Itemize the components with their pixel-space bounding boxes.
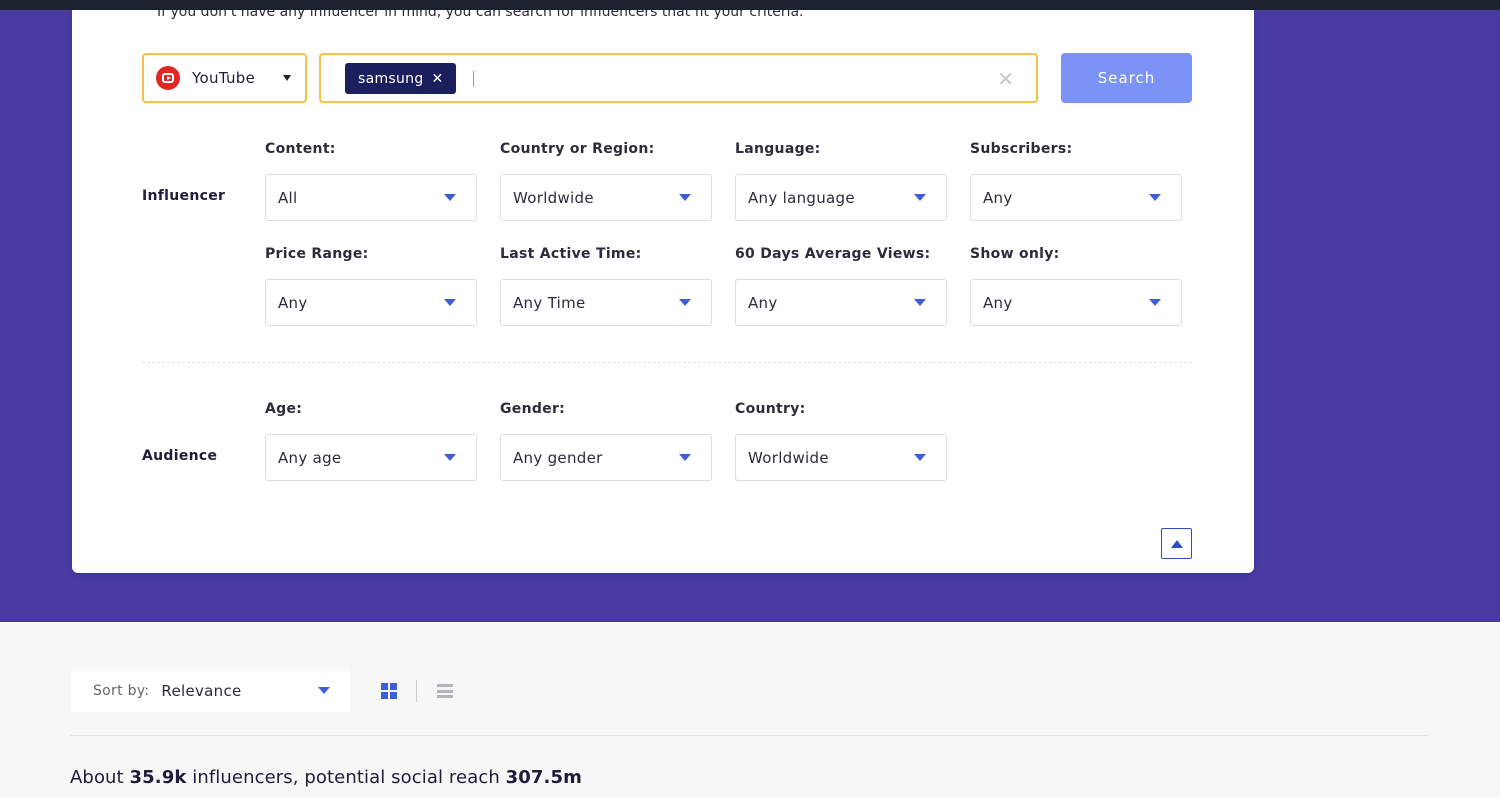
content-value: All bbox=[278, 188, 298, 207]
results-divider bbox=[70, 735, 1428, 736]
caret-down-icon bbox=[679, 299, 691, 306]
last-active-label: Last Active Time: bbox=[500, 246, 642, 262]
audience-section-title: Audience bbox=[142, 448, 218, 464]
avg-views-value: Any bbox=[748, 293, 778, 312]
text-cursor bbox=[473, 71, 474, 87]
subscribers-select[interactable]: Any bbox=[970, 174, 1182, 221]
grid-view-icon[interactable] bbox=[381, 683, 397, 699]
age-select[interactable]: Any age bbox=[265, 434, 477, 481]
audience-country-select[interactable]: Worldwide bbox=[735, 434, 947, 481]
hero-section: If you don't have any influencer in mind… bbox=[0, 10, 1500, 622]
search-panel: If you don't have any influencer in mind… bbox=[72, 10, 1254, 573]
search-button[interactable]: Search bbox=[1061, 53, 1192, 103]
avg-views-select[interactable]: Any bbox=[735, 279, 947, 326]
age-value: Any age bbox=[278, 448, 342, 467]
influencer-count: 35.9k bbox=[129, 767, 187, 788]
gender-value: Any gender bbox=[513, 448, 603, 467]
view-separator bbox=[416, 680, 417, 702]
audience-country-label: Country: bbox=[735, 401, 806, 417]
influencer-section-title: Influencer bbox=[142, 188, 226, 204]
country-region-value: Worldwide bbox=[513, 188, 594, 207]
caret-down-icon bbox=[1149, 299, 1161, 306]
price-range-label: Price Range: bbox=[265, 246, 369, 262]
language-value: Any language bbox=[748, 188, 855, 207]
clear-icon[interactable]: ✕ bbox=[997, 67, 1014, 91]
keyword-input[interactable]: samsung ✕ ✕ bbox=[319, 53, 1038, 103]
collapse-filters-button[interactable] bbox=[1161, 528, 1192, 559]
keyword-chip-label: samsung bbox=[358, 70, 424, 87]
keyword-chip[interactable]: samsung ✕ bbox=[345, 63, 456, 94]
chevron-up-icon bbox=[1170, 539, 1183, 548]
list-view-icon[interactable] bbox=[437, 684, 453, 698]
language-select[interactable]: Any language bbox=[735, 174, 947, 221]
audience-country-value: Worldwide bbox=[748, 448, 829, 467]
gender-label: Gender: bbox=[500, 401, 566, 417]
summary-prefix: About bbox=[70, 767, 130, 788]
show-only-label: Show only: bbox=[970, 246, 1060, 262]
summary-middle: influencers, potential social reach bbox=[186, 767, 506, 788]
caret-down-icon bbox=[914, 454, 926, 461]
caret-down-icon bbox=[914, 299, 926, 306]
remove-chip-icon[interactable]: ✕ bbox=[432, 71, 444, 87]
sort-value: Relevance bbox=[161, 682, 242, 700]
caret-down-icon bbox=[444, 299, 456, 306]
caret-down-icon bbox=[679, 194, 691, 201]
age-label: Age: bbox=[265, 401, 303, 417]
avg-views-label: 60 Days Average Views: bbox=[735, 246, 931, 262]
platform-select[interactable]: YouTube bbox=[142, 53, 307, 103]
caret-down-icon bbox=[1149, 194, 1161, 201]
caret-down-icon bbox=[679, 454, 691, 461]
caret-down-icon bbox=[444, 454, 456, 461]
sort-select[interactable]: Sort by: Relevance bbox=[71, 670, 350, 712]
results-summary: About 35.9k influencers, potential socia… bbox=[70, 767, 582, 788]
language-label: Language: bbox=[735, 141, 821, 157]
caret-down-icon bbox=[914, 194, 926, 201]
subscribers-value: Any bbox=[983, 188, 1013, 207]
caret-down-icon bbox=[318, 687, 330, 694]
platform-label: YouTube bbox=[192, 69, 256, 87]
youtube-icon bbox=[156, 66, 180, 90]
top-bar bbox=[0, 0, 1500, 10]
price-range-select[interactable]: Any bbox=[265, 279, 477, 326]
last-active-select[interactable]: Any Time bbox=[500, 279, 712, 326]
section-divider bbox=[142, 362, 1192, 363]
show-only-value: Any bbox=[983, 293, 1013, 312]
country-region-select[interactable]: Worldwide bbox=[500, 174, 712, 221]
price-range-value: Any bbox=[278, 293, 308, 312]
caret-down-icon bbox=[283, 75, 291, 81]
intro-text: If you don't have any influencer in mind… bbox=[157, 10, 804, 20]
content-label: Content: bbox=[265, 141, 336, 157]
subscribers-label: Subscribers: bbox=[970, 141, 1073, 157]
sort-label: Sort by: bbox=[93, 683, 150, 699]
show-only-select[interactable]: Any bbox=[970, 279, 1182, 326]
country-region-label: Country or Region: bbox=[500, 141, 655, 157]
social-reach: 307.5m bbox=[505, 767, 582, 788]
caret-down-icon bbox=[444, 194, 456, 201]
content-select[interactable]: All bbox=[265, 174, 477, 221]
last-active-value: Any Time bbox=[513, 293, 586, 312]
gender-select[interactable]: Any gender bbox=[500, 434, 712, 481]
